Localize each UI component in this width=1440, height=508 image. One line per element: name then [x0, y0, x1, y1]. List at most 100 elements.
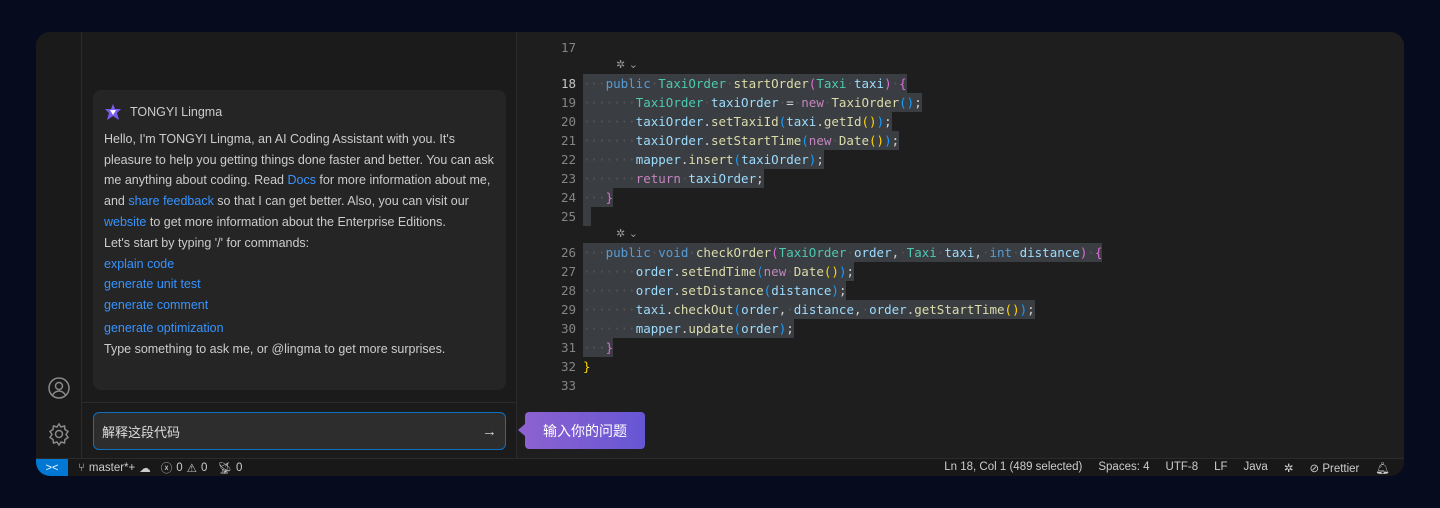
code-line[interactable]: ·······taxiOrder.setTaxiId(taxi.getId())…	[583, 112, 892, 131]
code-token: Date	[838, 133, 870, 148]
code-token: ;	[816, 152, 824, 167]
code-line[interactable]: ·······taxi.checkOut(order,·distance,·or…	[583, 300, 1035, 319]
command-generate-comment[interactable]: generate comment	[104, 295, 495, 316]
code-token: ·	[899, 245, 907, 260]
code-token: .	[816, 114, 824, 129]
code-token: taxi	[853, 76, 885, 91]
remote-icon[interactable]: ><	[36, 458, 68, 476]
indentation[interactable]: Spaces: 4	[1098, 461, 1149, 475]
code-token: new	[763, 264, 787, 279]
lingma-status-icon[interactable]: ✲	[1284, 461, 1294, 475]
branch-status[interactable]: ⑂ master*+ ☁	[78, 461, 151, 475]
command-generate-optimization[interactable]: generate optimization	[104, 318, 495, 339]
share-feedback-link[interactable]: share feedback	[128, 194, 213, 208]
code-token: (	[733, 321, 742, 336]
error-count: 0	[176, 461, 183, 474]
code-line[interactable]: ·······return·taxiOrder;	[583, 169, 764, 188]
ports-status[interactable]: 📡︎ 0	[217, 461, 242, 475]
cloud-sync-icon: ☁	[139, 462, 151, 475]
intro-text-part: to get more information about the Enterp…	[146, 214, 446, 229]
code-token: distance	[771, 283, 832, 298]
lingma-codelens[interactable]: ✲ ⌄	[616, 226, 638, 242]
code-token: ,	[891, 245, 900, 260]
code-line[interactable]: ···public·TaxiOrder·startOrder(Taxi·taxi…	[583, 74, 907, 93]
code-line[interactable]: ···}	[583, 188, 614, 207]
code-token: .	[673, 264, 681, 279]
code-token: distance	[793, 302, 854, 317]
website-link[interactable]: website	[104, 215, 146, 229]
code-line[interactable]: ·······order.setDistance(distance);	[583, 281, 847, 300]
code-token: order	[635, 264, 674, 279]
code-token: ;	[891, 133, 900, 148]
code-line[interactable]: ·······order.setEndTime(new·Date());	[583, 262, 854, 281]
code-token: ·	[846, 76, 854, 91]
code-token: order	[741, 321, 779, 336]
line-number: 17	[560, 40, 576, 55]
code-token: }	[583, 359, 591, 374]
code-token: ;	[786, 321, 794, 336]
code-line[interactable]: ···}	[583, 338, 614, 357]
code-token: Taxi	[816, 76, 847, 91]
code-token: setStartTime	[710, 133, 802, 148]
code-token: ·	[786, 302, 794, 317]
code-token: setEndTime	[680, 264, 757, 279]
code-line[interactable]: }	[583, 357, 591, 376]
code-token: ·······	[583, 283, 636, 298]
code-token: TaxiOrder	[658, 76, 726, 91]
settings-gear-icon[interactable]	[47, 422, 71, 446]
code-token: mapper	[635, 321, 681, 336]
code-token: ·	[786, 264, 794, 279]
code-line[interactable]: ·······TaxiOrder·taxiOrder·=·new·TaxiOrd…	[583, 93, 922, 112]
code-token: (	[733, 152, 742, 167]
code-token: getId	[823, 114, 862, 129]
command-generate-unit-test[interactable]: generate unit test	[104, 274, 495, 295]
line-number: 33	[560, 378, 576, 393]
code-line[interactable]: ·······mapper.insert(taxiOrder);	[583, 150, 824, 169]
code-line[interactable]: ·······taxiOrder.setStartTime(new·Date()…	[583, 131, 900, 150]
code-editor[interactable]: 17 ✲ ⌄ 18 ···public·TaxiOrder·startOrder(Ta…	[518, 32, 1404, 458]
code-token: taxiOrder	[741, 152, 809, 167]
intro-text: Hello, I'm TONGYI Lingma, an AI Coding A…	[104, 129, 495, 233]
lingma-codelens[interactable]: ✲ ⌄	[616, 57, 638, 73]
account-icon[interactable]	[47, 376, 71, 400]
notifications-icon[interactable]: 🔔︎	[1375, 461, 1390, 475]
code-token: ;	[914, 95, 922, 110]
code-line[interactable]: ···public·void·checkOrder(TaxiOrder·orde…	[583, 243, 1103, 262]
code-token: update	[688, 321, 734, 336]
end-of-line[interactable]: LF	[1214, 461, 1227, 475]
code-token: ;	[756, 171, 764, 186]
code-token: checkOut	[673, 302, 734, 317]
warning-count: 0	[200, 461, 208, 474]
code-token: order	[853, 245, 892, 260]
code-token: )	[884, 133, 892, 148]
chat-input[interactable]	[102, 423, 482, 439]
cursor-position[interactable]: Ln 18, Col 1 (489 selected)	[944, 461, 1082, 475]
code-token: ·	[861, 302, 870, 317]
docs-link[interactable]: Docs	[287, 173, 315, 187]
code-line[interactable]: ·······mapper.update(order);	[583, 319, 794, 338]
prettier-status[interactable]: ⊘ Prettier	[1309, 461, 1359, 475]
problems-status[interactable]: ⓧ 0 ⚠ 0	[161, 460, 208, 476]
footer-hint: Type something to ask me, or @lingma to …	[104, 341, 446, 356]
broadcast-icon: 📡︎	[217, 462, 232, 475]
code-token: )	[884, 76, 892, 91]
error-icon: ⓧ	[160, 462, 173, 475]
code-token: ()	[823, 264, 839, 279]
code-token: ·······	[583, 95, 636, 110]
lingma-logo-icon	[105, 104, 121, 121]
code-token: {	[1094, 245, 1103, 260]
command-explain-code[interactable]: explain code	[104, 254, 495, 275]
code-token: order	[869, 302, 907, 317]
divider	[82, 402, 517, 403]
encoding[interactable]: UTF-8	[1166, 461, 1199, 475]
send-arrow-icon[interactable]: →	[482, 423, 497, 440]
code-token: ···	[583, 190, 606, 205]
code-line[interactable]	[583, 207, 591, 226]
language-mode[interactable]: Java	[1244, 461, 1268, 475]
code-token: taxiOrder	[710, 95, 779, 110]
code-token: taxi	[635, 302, 666, 317]
code-token: ()	[869, 133, 885, 148]
code-token: ·	[831, 133, 839, 148]
code-token: ·······	[583, 302, 636, 317]
